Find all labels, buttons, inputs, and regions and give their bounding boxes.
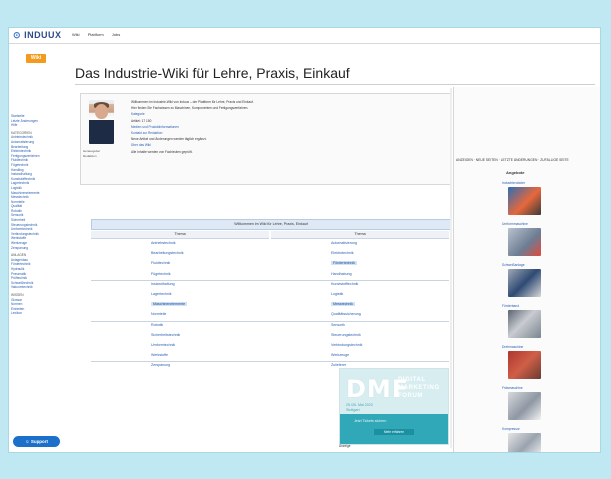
table-cell-link[interactable]: Robotik <box>151 323 163 327</box>
offer-card-image[interactable] <box>508 228 541 256</box>
table-cell-link[interactable]: Logistik <box>331 292 343 296</box>
offer-card-label[interactable]: Förderband <box>502 304 519 308</box>
right-column: ANZEIGEN · NEUE SEITEN · LETZTE ÄNDERUNG… <box>453 87 600 452</box>
table-cell-link[interactable]: Instandhaltung <box>151 282 175 286</box>
sidebar-item[interactable]: Zerspanung <box>11 246 65 251</box>
row-group-divider <box>91 279 449 281</box>
table-cell-link[interactable]: Qualitätssicherung <box>331 312 361 316</box>
support-label: Support <box>30 439 49 444</box>
sidebar-item[interactable]: Hilfe <box>11 123 65 128</box>
table-cell-link[interactable]: Steuerungstechnik <box>331 333 361 337</box>
table-cell-link[interactable]: Sensorik <box>331 323 345 327</box>
offer-card-label[interactable]: Fräsmaschine <box>502 386 523 390</box>
table-cell-link[interactable]: Sicherheitstechnik <box>151 333 180 337</box>
offer-card-image[interactable] <box>508 187 541 215</box>
sidebar-nav: Startseite Letzte Änderungen Hilfe KATEGORI… <box>11 114 65 316</box>
site-logo[interactable]: ⊙ INDUUX <box>13 30 62 41</box>
offer-card-label[interactable]: Industrieroboter <box>502 181 525 185</box>
nav-platform[interactable]: Plattform <box>88 32 104 37</box>
table-cell-link[interactable]: Messtechnik <box>331 302 355 307</box>
left-sidebar: Wiki Startseite Letzte Änderungen Hilfe KAT… <box>9 44 65 452</box>
sidebar-item[interactable]: Vakuumtechnik <box>11 285 65 290</box>
content-scrollbar[interactable] <box>450 88 452 448</box>
table-cell-link[interactable]: Zerspanung <box>151 363 170 367</box>
ad-caption: Anzeige <box>339 444 351 448</box>
browser-page: ⊙ INDUUX Wiki Plattform Jobs Wiki Starts… <box>9 28 600 452</box>
title-divider <box>75 84 595 85</box>
offers-heading: Angebote <box>506 170 525 175</box>
offer-card-image[interactable] <box>508 433 541 452</box>
ad-date: 25./26. Mai 2023 Stuttgart <box>346 403 373 412</box>
table-cell-link[interactable]: Fügetechnik <box>151 272 171 276</box>
column-header-label: Thema <box>354 232 366 236</box>
ad-wordmark: DIGITAL MARKETING FORUM <box>398 376 440 400</box>
nav-jobs[interactable]: Jobs <box>112 32 120 37</box>
support-button[interactable]: ☺ Support <box>13 436 60 447</box>
dmf-advertisement[interactable]: DMF DIGITAL MARKETING FORUM 25./26. Mai … <box>339 368 449 445</box>
table-cell-link[interactable]: Kunststofftechnik <box>331 282 358 286</box>
column-header-right[interactable]: Thema <box>271 231 449 239</box>
ad-band-text: Jetzt Tickets sichern <box>354 419 387 423</box>
table-cell-link[interactable]: Lagertechnik <box>151 292 172 296</box>
offer-card-label[interactable]: Drehmaschine <box>502 345 523 349</box>
row-group-divider <box>91 320 449 322</box>
intro-line: Alle Inhalte werden von Fachleuten geprü… <box>131 149 193 154</box>
table-cell-link[interactable]: Bearbeitungstechnik <box>151 251 184 255</box>
table-cell-link[interactable]: Fördertechnik <box>331 261 357 266</box>
offer-card-image[interactable] <box>508 392 541 420</box>
offer-card-label[interactable]: Kompressor <box>502 427 520 431</box>
intro-box: Herausgeber Redaktion Willkommen im Indu… <box>80 93 451 185</box>
ad-word: DIGITAL <box>398 377 426 383</box>
offer-card-label[interactable]: Umformmaschine <box>502 222 528 226</box>
photo-face <box>95 104 108 119</box>
table-cell-link[interactable]: Elektrotechnik <box>331 251 354 255</box>
photo-caption: Herausgeber Redaktion <box>83 149 123 159</box>
top-bar: ⊙ INDUUX Wiki Plattform Jobs <box>9 28 600 44</box>
table-cell-link[interactable]: Fluidtechnik <box>151 261 170 265</box>
table-cell-link[interactable]: Automatisierung <box>331 241 357 245</box>
table-cell-link[interactable]: Zulieferer <box>331 363 346 367</box>
ad-cta-button[interactable]: Mehr erfahren <box>374 429 414 435</box>
wiki-badge[interactable]: Wiki <box>26 54 46 63</box>
ad-word: MARKETING <box>398 385 440 391</box>
caption-line: Redaktion <box>83 154 97 158</box>
author-photo <box>89 100 114 144</box>
offer-card-image[interactable] <box>508 269 541 297</box>
intro-text: Willkommen im Industrie-Wiki von induux … <box>131 99 445 155</box>
table-cell-link[interactable]: Antriebstechnik <box>151 241 176 245</box>
logo-text: INDUUX <box>24 30 62 40</box>
ad-word: FORUM <box>398 393 423 399</box>
column-header-left[interactable]: Thema <box>91 231 269 239</box>
table-cell-link[interactable]: Maschinenelemente <box>151 302 188 307</box>
table-cell-link[interactable]: Handhabung <box>331 272 352 276</box>
column-header-label: Thema <box>174 232 186 236</box>
chat-icon: ☺ <box>24 439 30 444</box>
table-cell-link[interactable]: Werkstoffe <box>151 353 168 357</box>
nav-wiki[interactable]: Wiki <box>72 32 80 37</box>
offer-card-label[interactable]: Schweißanlage <box>502 263 525 267</box>
table-cell-link[interactable]: Verbindungstechnik <box>331 343 362 347</box>
table-cell-link[interactable]: Normteile <box>151 312 166 316</box>
table-header: Willkommen im Wiki für Lehre, Praxis, Ei… <box>91 219 451 230</box>
table-cell-link[interactable]: Umformtechnik <box>151 343 175 347</box>
right-column-links[interactable]: ANZEIGEN · NEUE SEITEN · LETZTE ÄNDERUNG… <box>456 158 599 162</box>
ad-date-line: Stuttgart <box>346 407 360 412</box>
row-group-divider <box>91 361 449 363</box>
sidebar-item[interactable]: Lexikon <box>11 311 65 316</box>
topic-table: Willkommen im Wiki für Lehre, Praxis, Ei… <box>91 219 451 372</box>
top-navigation: Wiki Plattform Jobs <box>72 32 127 37</box>
ad-date-line: 25./26. Mai 2023 <box>346 403 373 407</box>
logo-mark-icon: ⊙ <box>13 30 22 40</box>
offer-card-image[interactable] <box>508 351 541 379</box>
page-title: Das Industrie-Wiki für Lehre, Praxis, Ei… <box>75 65 350 81</box>
offer-card-image[interactable] <box>508 310 541 338</box>
table-cell-link[interactable]: Werkzeuge <box>331 353 349 357</box>
